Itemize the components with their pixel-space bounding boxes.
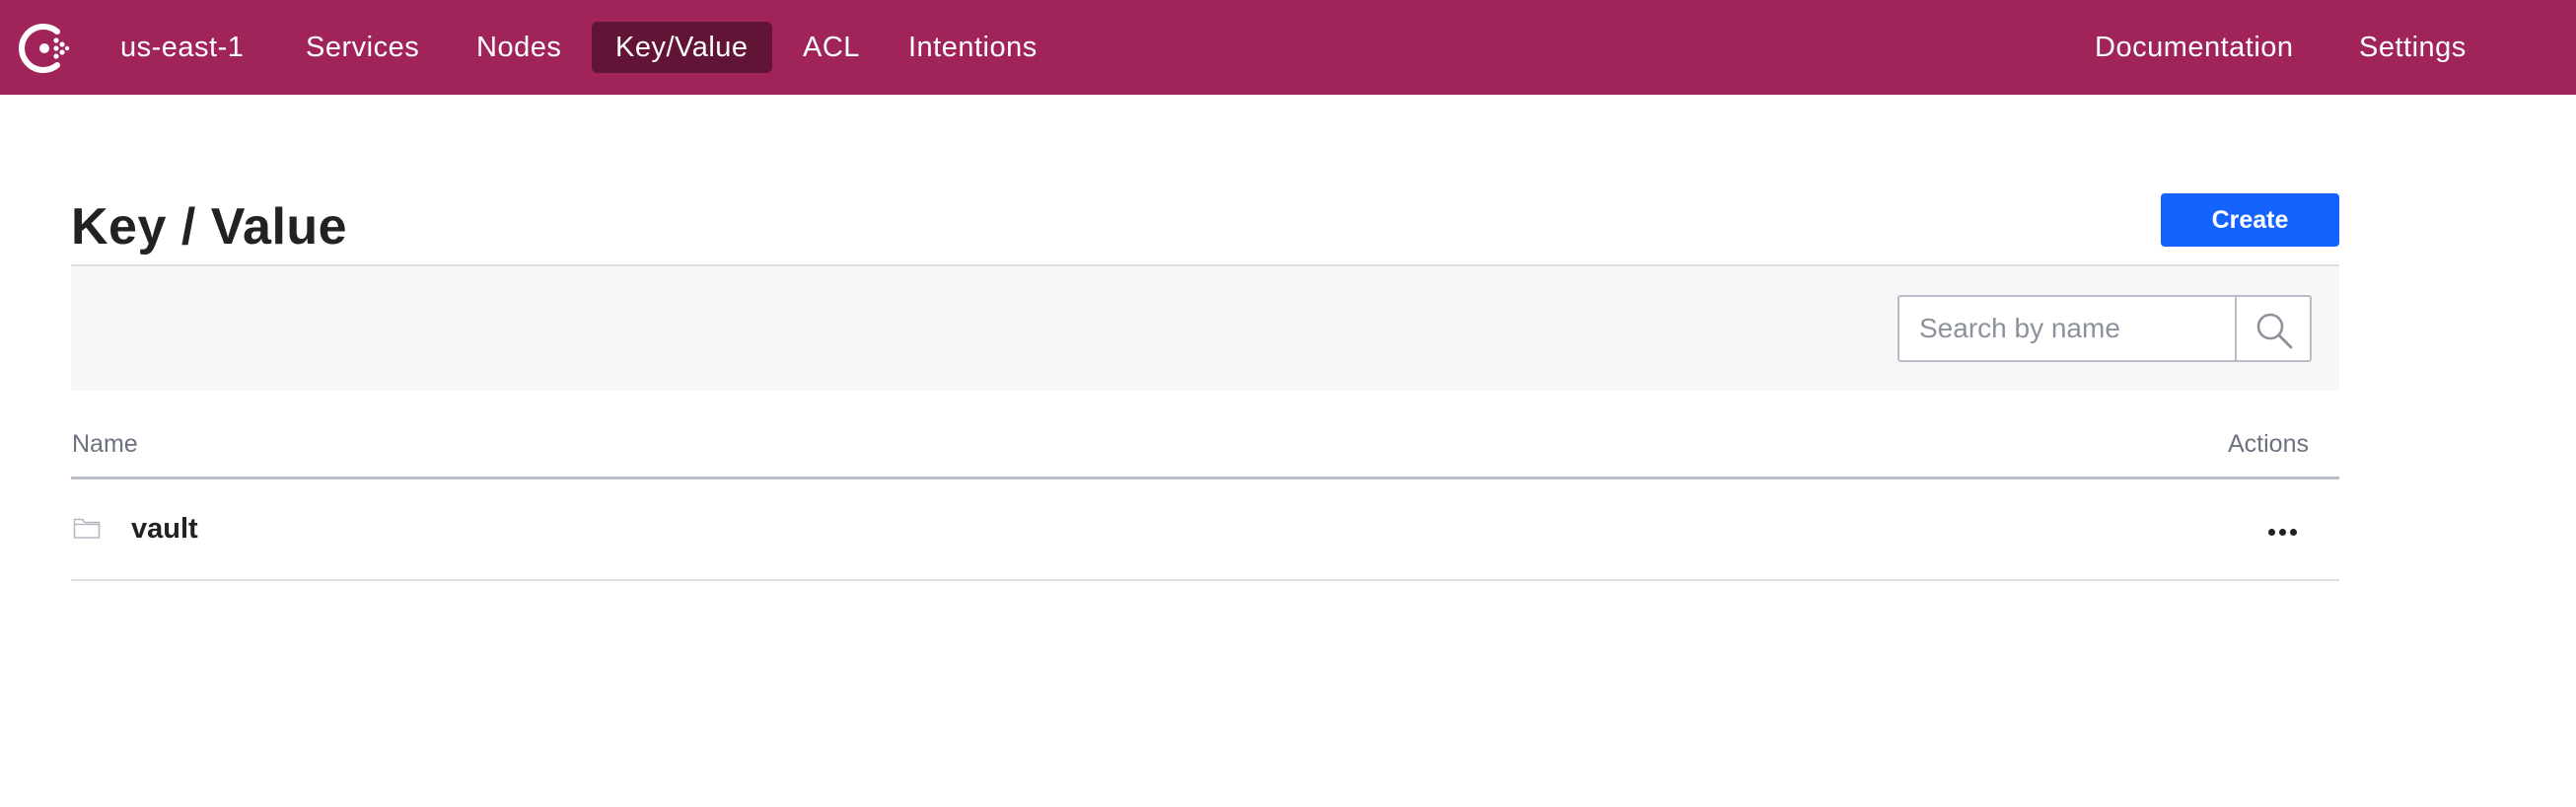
more-horizontal-icon bbox=[2268, 529, 2275, 536]
create-button[interactable]: Create bbox=[2161, 193, 2339, 247]
nav-item-services[interactable]: Services bbox=[282, 22, 443, 73]
consul-logo-icon[interactable] bbox=[16, 20, 73, 77]
row-name-link[interactable]: vault bbox=[131, 513, 198, 546]
nav-item-nodes[interactable]: Nodes bbox=[453, 22, 585, 73]
row-actions-button[interactable] bbox=[2254, 507, 2310, 554]
search-input[interactable] bbox=[1897, 295, 2237, 362]
nav-item-settings[interactable]: Settings bbox=[2335, 22, 2490, 73]
table-row[interactable]: vault bbox=[71, 479, 2339, 580]
nav-item-key-value[interactable]: Key/Value bbox=[592, 22, 772, 73]
top-nav-bar: us-east-1 Services Nodes Key/Value ACL I… bbox=[0, 0, 2576, 95]
folder-icon bbox=[73, 516, 101, 545]
more-dot bbox=[2279, 529, 2286, 536]
search-button[interactable] bbox=[2235, 295, 2312, 362]
nav-item-intentions[interactable]: Intentions bbox=[885, 22, 1061, 73]
more-dot bbox=[2290, 529, 2297, 536]
datacenter-selector[interactable]: us-east-1 bbox=[97, 22, 267, 73]
nav-item-documentation[interactable]: Documentation bbox=[2071, 22, 2318, 73]
page-title: Key / Value bbox=[71, 198, 348, 256]
column-header-actions: Actions bbox=[2228, 430, 2309, 458]
nav-item-acl[interactable]: ACL bbox=[779, 22, 884, 73]
column-header-name: Name bbox=[72, 430, 138, 458]
row-divider bbox=[71, 579, 2339, 581]
